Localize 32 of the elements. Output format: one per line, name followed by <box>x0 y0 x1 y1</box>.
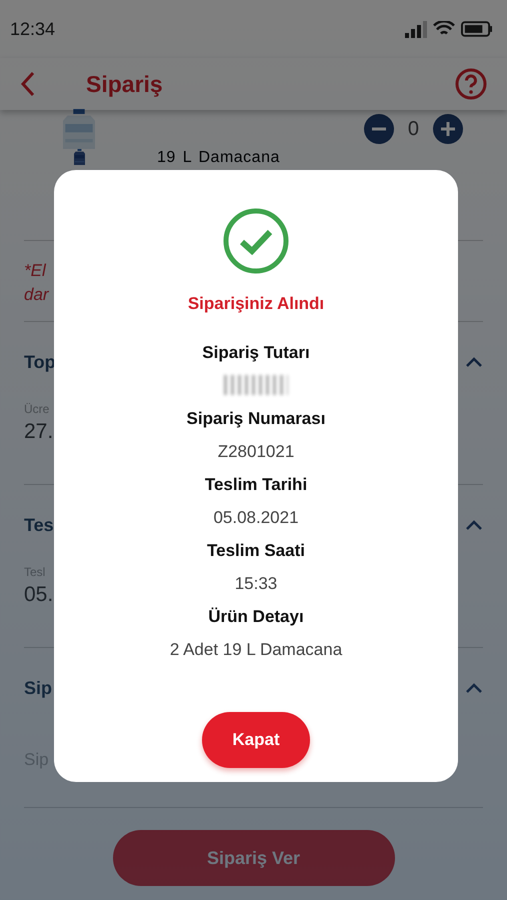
product-name: 19 L Damacana <box>157 149 280 166</box>
note-text: *El <box>24 260 46 282</box>
detail-label: Ürün Detayı <box>208 606 304 628</box>
detail-value: Z2801021 <box>218 441 294 463</box>
signal-icon <box>405 20 427 38</box>
submit-button[interactable]: Sipariş Ver <box>112 830 394 886</box>
page-title: Sipariş <box>86 70 164 98</box>
detail-label: Sipariş Tutarı <box>202 342 310 364</box>
minus-button[interactable] <box>364 114 394 144</box>
quantity: 0 <box>408 118 419 140</box>
chevron-up-icon[interactable] <box>465 682 483 694</box>
status-time: 12:34 <box>10 18 56 40</box>
dialog-title: Siparişiniz Alındı <box>188 294 324 314</box>
wifi-icon <box>433 21 455 37</box>
section-title[interactable]: Top <box>24 352 56 372</box>
plus-button[interactable] <box>433 114 463 144</box>
battery-icon <box>461 21 493 37</box>
note-text: dar <box>24 284 49 306</box>
section-title[interactable]: Sip <box>24 678 52 698</box>
section-title[interactable]: Tes <box>24 514 54 536</box>
help-icon[interactable] <box>455 68 487 100</box>
chevron-up-icon[interactable] <box>465 519 483 531</box>
success-check-icon <box>223 208 289 274</box>
chevron-up-icon[interactable] <box>465 356 483 368</box>
detail-label: Sipariş Numarası <box>186 408 326 430</box>
close-button[interactable]: Kapat <box>202 712 310 768</box>
detail-label: Teslim Tarihi <box>204 474 308 496</box>
detail-label: Teslim Saati <box>207 540 305 562</box>
detail-value: 2 Adet 19 L Damacana <box>170 639 342 661</box>
detail-value: 05.08.2021 <box>213 507 299 529</box>
back-icon[interactable] <box>20 71 36 97</box>
detail-value: 15:33 <box>234 573 278 595</box>
